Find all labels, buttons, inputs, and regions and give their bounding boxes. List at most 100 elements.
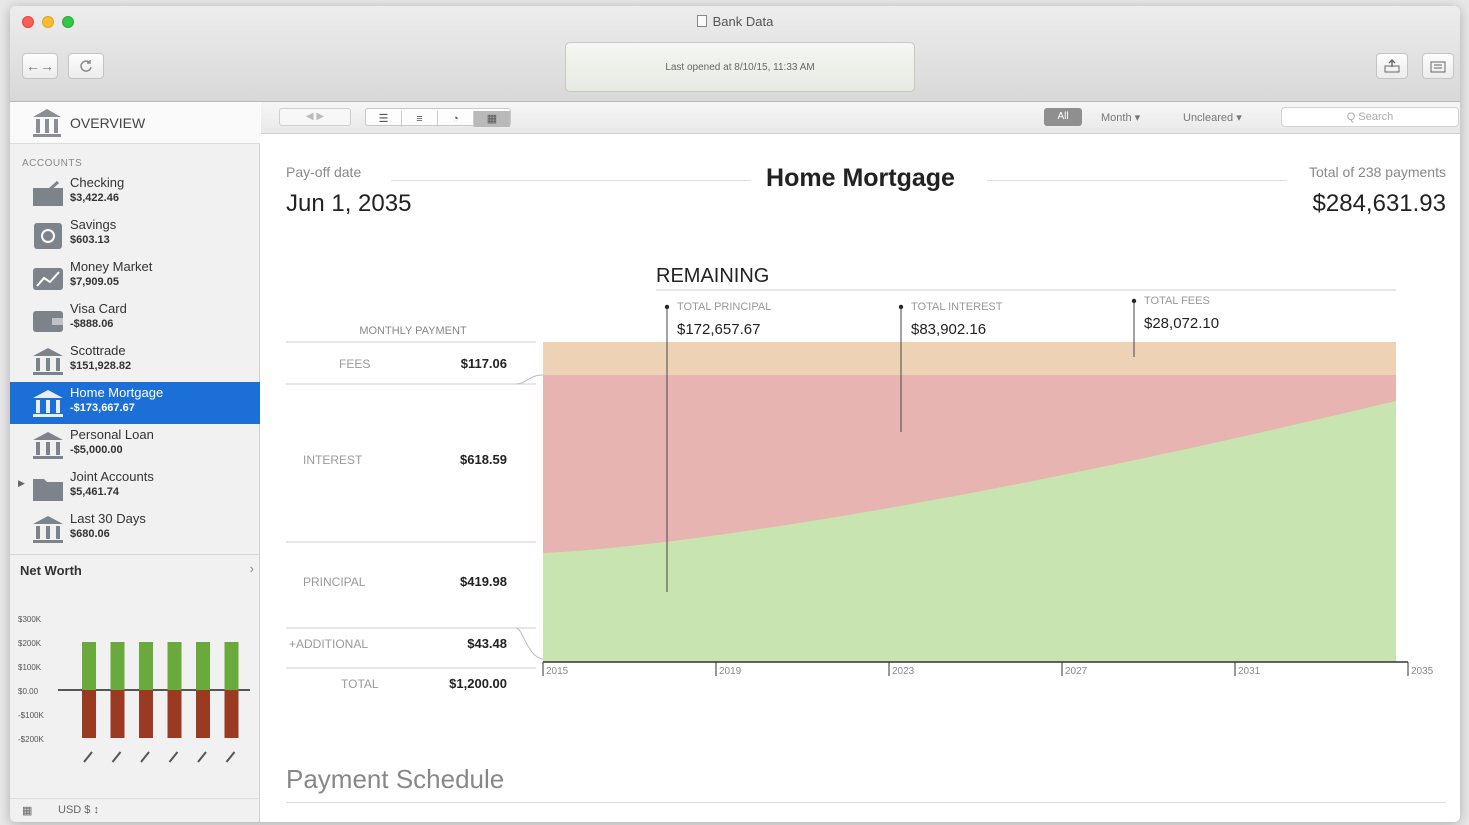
sidebar-item-account[interactable]: Home Mortgage -$173,667.67 — [10, 382, 260, 424]
breakdown-connector — [515, 374, 544, 385]
breakdown-row-label: INTEREST — [303, 453, 363, 467]
bank-icon — [33, 390, 63, 417]
account-name: Visa Card — [70, 301, 127, 316]
account-name: Checking — [70, 175, 125, 190]
bank-icon — [33, 348, 63, 375]
overview-label: OVERVIEW — [70, 115, 146, 131]
net-worth-asset-bar — [82, 642, 96, 690]
bank-icon — [33, 516, 63, 543]
export-icon — [1384, 59, 1400, 73]
annotation-value: $172,657.67 — [677, 321, 760, 338]
all-filter-button[interactable]: All — [1044, 108, 1082, 126]
window-title-text: Bank Data — [712, 14, 774, 29]
net-worth-chart: $300K $200K $100K $0.00 -$100K -$200K — [18, 615, 250, 763]
search-input[interactable]: Q Search — [1281, 107, 1459, 127]
sidebar: OVERVIEW ACCOUNTS Checking $3,422.46 Savin… — [10, 102, 260, 822]
account-balance: -$173,667.67 — [70, 402, 135, 414]
net-worth-asset-bar — [167, 642, 182, 690]
sidebar-item-account[interactable]: Scottrade $151,928.82 — [10, 340, 260, 382]
calendar-icon[interactable]: ▦ — [22, 804, 32, 817]
document-icon — [696, 15, 707, 27]
net-worth-axis-label: $0.00 — [18, 687, 39, 696]
sidebar-item-account[interactable]: Last 30 Days $680.06 — [10, 508, 260, 550]
breakdown-row-value: $618.59 — [460, 452, 507, 467]
sidebar-item-account[interactable]: ▶ Joint Accounts $5,461.74 — [10, 466, 260, 508]
account-balance: $5,461.74 — [70, 486, 119, 498]
account-name: Last 30 Days — [70, 511, 146, 526]
import-icon — [1430, 61, 1446, 73]
sidebar-footer: ▦ USD $ ↕ — [10, 798, 260, 822]
account-name: Personal Loan — [70, 427, 154, 442]
account-name: Savings — [70, 217, 117, 232]
annotation-value: $83,902.16 — [911, 321, 986, 338]
breakdown-row-label: PRINCIPAL — [303, 575, 366, 589]
net-worth-tick-label — [168, 751, 179, 763]
detail-view-icon[interactable]: ≡ — [402, 111, 438, 127]
folder-icon — [33, 479, 63, 501]
checkbook-icon — [33, 180, 63, 206]
net-worth-asset-bar — [224, 642, 239, 690]
account-balance: $151,928.82 — [70, 360, 132, 372]
net-worth-liability-bar — [167, 690, 182, 738]
x-tick-label: 2027 — [1065, 666, 1088, 677]
net-worth-header[interactable]: Net Worth › — [10, 554, 260, 580]
sidebar-item-overview[interactable]: OVERVIEW — [10, 102, 260, 144]
period-nav-button[interactable]: ◀ ▶ — [279, 108, 351, 126]
safe-icon — [34, 223, 62, 249]
net-worth-liability-bar — [224, 690, 239, 738]
disclosure-triangle-icon[interactable]: ▶ — [18, 478, 25, 489]
net-worth-axis-label: -$100K — [18, 711, 44, 720]
annotation-label: TOTAL PRINCIPAL — [677, 301, 771, 313]
x-tick-label: 2023 — [892, 666, 915, 677]
chevron-right-icon: › — [249, 561, 254, 576]
import-button[interactable] — [1422, 53, 1454, 79]
account-balance: -$888.06 — [70, 318, 114, 330]
account-name: Joint Accounts — [70, 469, 154, 484]
net-worth-axis-label: $100K — [18, 663, 42, 672]
net-worth-tick-label — [111, 751, 122, 763]
total-payments-value: $284,631.93 — [1312, 190, 1446, 217]
refresh-button[interactable] — [68, 53, 104, 79]
breakdown-row-label: FEES — [339, 357, 370, 371]
net-worth-tick-label — [83, 751, 93, 763]
net-worth-tick-label — [140, 751, 150, 763]
status-message: Last opened at 8/10/15, 11:33 AM — [565, 42, 915, 92]
chart-view-icon[interactable]: ◔ — [438, 111, 474, 127]
annotation-value: $28,072.10 — [1144, 315, 1219, 332]
bank-icon — [33, 432, 63, 459]
sidebar-item-account[interactable]: Money Market $7,909.05 — [10, 256, 260, 298]
list-view-icon[interactable]: ☰ — [366, 111, 402, 127]
monthly-payment-header: MONTHLY PAYMENT — [359, 325, 467, 337]
net-worth-liability-bar — [110, 690, 125, 738]
x-tick-label: 2019 — [719, 666, 742, 677]
account-balance: $680.06 — [70, 528, 110, 540]
sidebar-item-account[interactable]: Personal Loan -$5,000.00 — [10, 424, 260, 466]
chart-title: REMAINING — [656, 265, 769, 287]
view-mode-selector: ☰ ≡ ◔ ▦ — [365, 108, 511, 127]
account-balance: -$5,000.00 — [70, 444, 123, 456]
month-dropdown[interactable]: Month ▾ — [1101, 111, 1140, 124]
page-title: Home Mortgage — [766, 164, 955, 192]
accounts-header: ACCOUNTS — [22, 158, 83, 169]
schedule-view-icon[interactable]: ▦ — [474, 111, 510, 127]
payoff-date-value: Jun 1, 2035 — [286, 190, 412, 217]
sidebar-item-account[interactable]: Savings $603.13 — [10, 214, 260, 256]
money-market-icon — [33, 268, 63, 290]
net-worth-liability-bar — [139, 690, 153, 738]
breakdown-row-value: $117.06 — [461, 356, 507, 371]
currency-selector[interactable]: USD $ ↕ — [58, 804, 99, 816]
export-button[interactable] — [1376, 53, 1408, 79]
account-name: Scottrade — [70, 343, 126, 358]
sidebar-item-account[interactable]: Checking $3,422.46 — [10, 172, 260, 214]
payment-schedule-rule — [286, 802, 1446, 803]
back-forward-button[interactable]: ←→ — [22, 53, 58, 79]
sidebar-item-account[interactable]: Visa Card -$888.06 — [10, 298, 260, 340]
status-dropdown[interactable]: Uncleared ▾ — [1183, 111, 1242, 124]
account-name: Money Market — [70, 259, 153, 274]
payment-schedule-title: Payment Schedule — [286, 764, 505, 794]
x-tick-label: 2035 — [1411, 666, 1434, 677]
net-worth-tick-label — [225, 751, 236, 763]
net-worth-liability-bar — [82, 690, 96, 738]
net-worth-axis-label: $200K — [18, 639, 42, 648]
breakdown-row-label: TOTAL — [341, 677, 379, 691]
